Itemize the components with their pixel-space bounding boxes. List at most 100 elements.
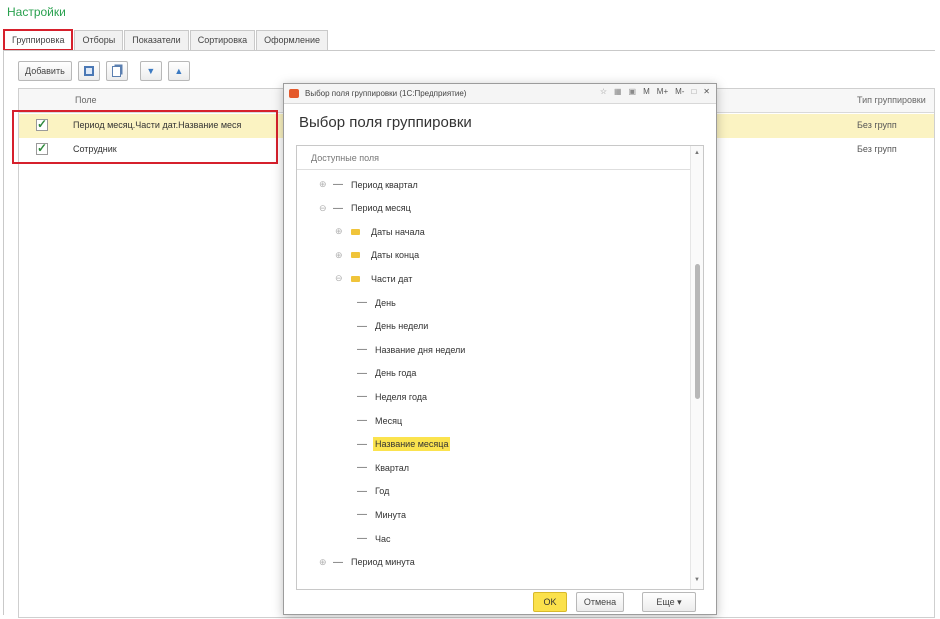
expand-icon[interactable]: ⊕ xyxy=(319,179,333,190)
tree-node[interactable]: ⊕ — Период минута xyxy=(319,551,417,574)
tab-sorting[interactable]: Сортировка xyxy=(189,30,256,50)
move-down-button[interactable]: ▼ xyxy=(139,61,162,81)
tree-node-label: Период месяц xyxy=(351,203,411,214)
column-type-header[interactable]: Тип группировки xyxy=(857,95,926,105)
settings-tabs: Группировка Отборы Показатели Сортировка… xyxy=(3,29,329,51)
field-icon: — xyxy=(357,297,367,308)
maximize-icon[interactable]: □ xyxy=(691,87,696,96)
folder-icon xyxy=(351,252,360,259)
tree-node-label: День недели xyxy=(375,321,429,332)
collapse-icon[interactable]: ⊖ xyxy=(335,273,349,284)
copy-icon xyxy=(112,65,122,77)
folder-icon xyxy=(351,228,360,235)
tree-node-label: Даты конца xyxy=(371,250,420,261)
tree-header-label: Доступные поля xyxy=(311,153,380,163)
tree-node[interactable]: ⊕ Даты конца xyxy=(335,244,421,267)
expand-icon[interactable]: ⊕ xyxy=(319,557,333,568)
field-icon: — xyxy=(357,367,367,379)
tab-formatting[interactable]: Оформление xyxy=(256,30,328,50)
expand-icon[interactable]: ⊕ xyxy=(335,226,349,237)
settings-title: Настройки xyxy=(7,5,66,19)
scroll-thumb[interactable] xyxy=(695,264,700,399)
tree-node[interactable]: ⊖ Части дат xyxy=(335,267,414,290)
ok-button[interactable]: OK xyxy=(533,592,567,612)
tree-node-label: Неделя года xyxy=(375,391,428,402)
arrow-down-icon: ▼ xyxy=(146,65,156,76)
tree-node-label: Год xyxy=(375,486,390,497)
tree-node[interactable]: — Название дня недели xyxy=(357,338,467,361)
calculator-icon[interactable]: ▣ xyxy=(629,87,637,96)
memory-plus-button[interactable]: M+ xyxy=(657,87,668,96)
tree-node[interactable]: — Час xyxy=(357,527,393,550)
field-icon: — xyxy=(357,391,367,403)
row-checkbox[interactable] xyxy=(36,141,48,155)
tree-header: Доступные поля xyxy=(297,146,690,170)
field-icon: — xyxy=(357,485,367,497)
field-icon: — xyxy=(333,556,343,568)
copy-button[interactable] xyxy=(105,61,128,81)
dialog-window-title: Выбор поля группировки (1С:Предприятие) xyxy=(305,89,467,98)
fields-tree: Доступные поля ⊕ — Период квартал ⊖ — Период … xyxy=(296,145,704,590)
row-field: Период месяц.Части дат.Название меся xyxy=(73,120,242,130)
row-checkbox[interactable] xyxy=(36,117,48,131)
row-group-type: Без групп xyxy=(857,120,897,130)
row-field: Сотрудник xyxy=(73,144,117,154)
calendar-icon[interactable]: ▦ xyxy=(614,87,622,96)
expand-icon[interactable]: ⊕ xyxy=(335,250,349,261)
tree-node[interactable]: — Год xyxy=(357,480,391,503)
field-icon: — xyxy=(357,509,367,521)
field-icon: — xyxy=(333,202,343,214)
column-field-header[interactable]: Поле xyxy=(75,95,97,105)
more-button[interactable]: Еще ▾ xyxy=(642,592,696,612)
field-icon: — xyxy=(357,320,367,332)
tab-grouping[interactable]: Группировка xyxy=(3,29,74,51)
collapse-icon[interactable]: ⊖ xyxy=(319,203,333,214)
tree-node-label: День xyxy=(375,297,396,308)
tree-node-label: Название месяца xyxy=(373,437,451,452)
tree-node[interactable]: — Неделя года xyxy=(357,385,429,408)
field-icon: — xyxy=(357,438,367,450)
tree-scrollbar[interactable]: ▲ ▼ xyxy=(690,146,703,589)
add-button[interactable]: Добавить xyxy=(18,61,72,81)
tabs-divider xyxy=(3,50,935,51)
tree-node[interactable]: ⊕ — Период квартал xyxy=(319,173,420,196)
tree-node-label: Квартал xyxy=(375,462,410,473)
tree-node-label: Даты начала xyxy=(371,226,425,237)
scroll-down-icon[interactable]: ▼ xyxy=(694,577,700,583)
tree-node[interactable]: — Месяц xyxy=(357,409,404,432)
tree-node[interactable]: — День недели xyxy=(357,315,430,338)
field-icon: — xyxy=(357,344,367,356)
field-icon: — xyxy=(333,179,343,190)
tree-node[interactable]: — День xyxy=(357,291,398,314)
memory-button[interactable]: M xyxy=(643,87,650,96)
titlebar-tools: ☆ ▦ ▣ M M+ M- □ ✕ xyxy=(600,87,710,96)
tree-node[interactable]: — Минута xyxy=(357,503,408,526)
tree-node[interactable]: ⊕ Даты начала xyxy=(335,220,427,243)
dialog-titlebar: Выбор поля группировки (1С:Предприятие) … xyxy=(284,84,716,104)
close-icon[interactable]: ✕ xyxy=(703,87,710,96)
tree-node[interactable]: — Название месяца xyxy=(357,433,451,456)
tree-node[interactable]: — Квартал xyxy=(357,456,411,479)
tree-node[interactable]: ⊖ — Период месяц xyxy=(319,197,413,220)
tree-node[interactable]: — День года xyxy=(357,362,418,385)
tab-indicators[interactable]: Показатели xyxy=(124,30,189,50)
group-icon xyxy=(83,66,94,76)
tab-filters[interactable]: Отборы xyxy=(74,30,124,50)
dialog-heading: Выбор поля группировки xyxy=(299,114,472,131)
tree-node-label: Название дня недели xyxy=(375,344,466,355)
grouping-toolbar: Добавить ▼ ▲ xyxy=(18,61,190,81)
group-button[interactable] xyxy=(77,61,100,81)
tree-node-label: День года xyxy=(375,368,417,379)
tree-node-label: Части дат xyxy=(371,273,413,284)
scroll-up-icon[interactable]: ▲ xyxy=(694,150,700,156)
memory-minus-button[interactable]: M- xyxy=(675,87,684,96)
tree-node-label: Минута xyxy=(375,509,407,520)
folder-icon xyxy=(351,275,360,282)
cancel-button[interactable]: Отмена xyxy=(576,592,624,612)
favorites-icon[interactable]: ☆ xyxy=(600,87,607,96)
move-up-button[interactable]: ▲ xyxy=(167,61,190,81)
tree-node-label: Час xyxy=(375,533,391,544)
tree-node-label: Период минута xyxy=(351,557,415,568)
tree-node-label: Период квартал xyxy=(351,179,418,190)
row-group-type: Без групп xyxy=(857,144,897,154)
